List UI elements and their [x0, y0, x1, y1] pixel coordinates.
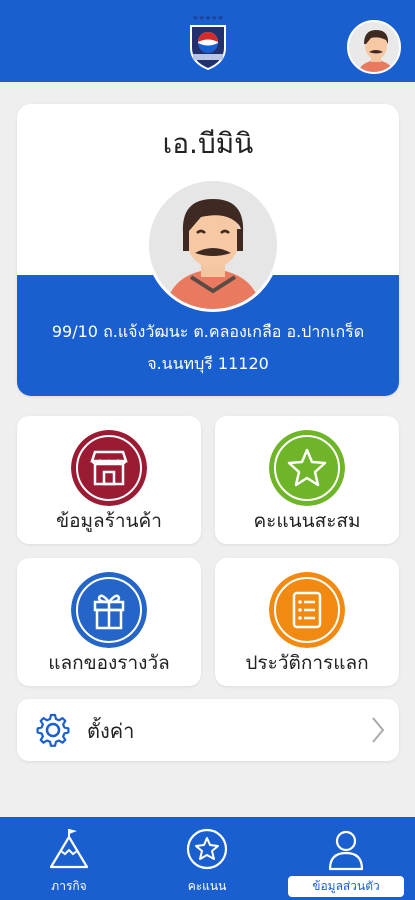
redeem-label: แลกของรางวัล: [48, 652, 170, 674]
user-avatar-icon: [349, 22, 399, 72]
star-icon: [269, 430, 345, 506]
header-avatar[interactable]: [347, 20, 401, 74]
person-icon: [328, 830, 364, 871]
points-tile[interactable]: คะแนนสะสม: [215, 416, 399, 544]
star-circle-icon: [186, 828, 228, 870]
redeem-tile[interactable]: แลกของรางวัล: [17, 558, 201, 686]
bottom-nav: ภารกิจ คะแนน ข้อมูลส่วนตัว: [0, 817, 415, 900]
settings-row[interactable]: ตั้งค่า: [17, 699, 399, 761]
store-icon: [71, 430, 147, 506]
profile-avatar: [146, 178, 280, 312]
svg-text:★★★★★: ★★★★★: [192, 14, 223, 22]
mountain-flag-icon: [49, 829, 89, 869]
nav-item-missions[interactable]: ภารกิจ: [0, 817, 138, 900]
profile-name: เอ.บีมินิ: [162, 127, 254, 160]
profile-address-line2: จ.นนทบุรี 11120: [147, 354, 269, 373]
nav-item-points[interactable]: คะแนน: [138, 817, 276, 900]
settings-label: ตั้งค่า: [87, 719, 135, 743]
redeem-history-label: ประวัติการแลก: [245, 652, 369, 674]
profile-address-line1: 99/10 ถ.แจ้งวัฒนะ ต.คลองเกลือ อ.ปากเกร็ด: [51, 322, 365, 341]
nav-label-missions: ภารกิจ: [51, 879, 87, 893]
list-icon: [269, 572, 345, 648]
chevron-right-icon: [372, 717, 385, 743]
nav-label-profile: ข้อมูลส่วนตัว: [288, 876, 404, 897]
pepsi-logo-icon: ★★★★★: [190, 14, 226, 71]
user-avatar-icon: [149, 181, 277, 309]
app-header: ★★★★★: [0, 0, 415, 82]
gear-icon: [36, 713, 70, 747]
store-info-tile[interactable]: ข้อมูลร้านค้า: [17, 416, 201, 544]
profile-card: เอ.บีมินิ 99/10 ถ.แจ้งวัฒนะ ต.คลองเกลือ …: [17, 104, 399, 396]
redeem-history-tile[interactable]: ประวัติการแลก: [215, 558, 399, 686]
nav-item-profile[interactable]: ข้อมูลส่วนตัว: [277, 817, 415, 900]
gift-icon: [71, 572, 147, 648]
nav-label-points: คะแนน: [187, 879, 227, 893]
store-info-label: ข้อมูลร้านค้า: [56, 510, 162, 532]
points-label: คะแนนสะสม: [253, 510, 361, 532]
